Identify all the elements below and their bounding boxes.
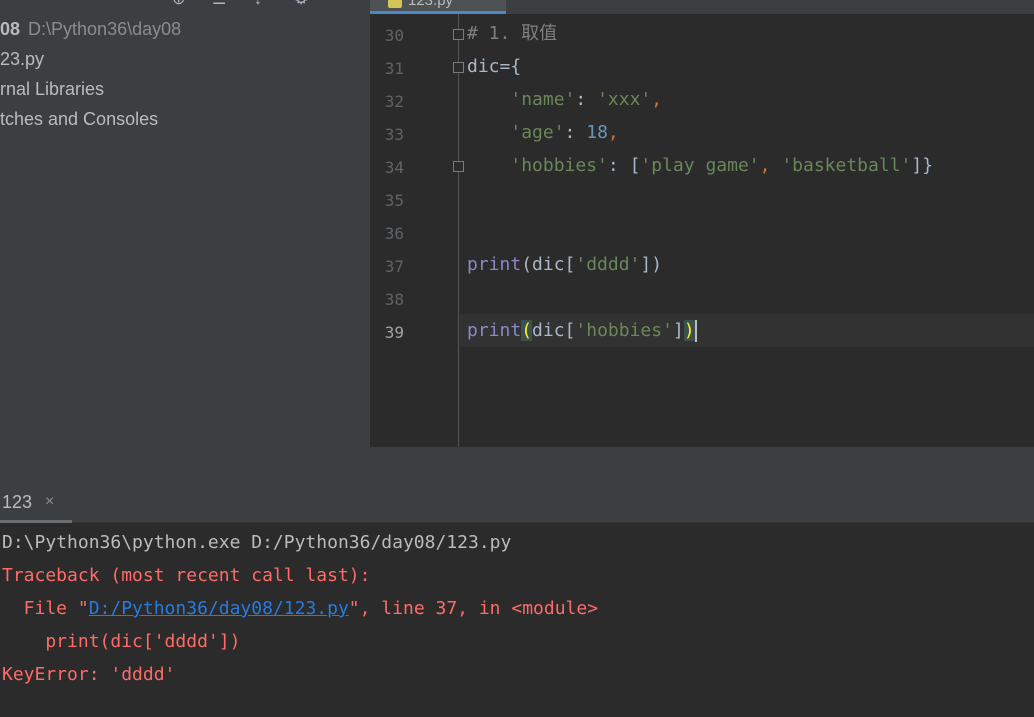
close-icon[interactable]: × — [45, 492, 54, 512]
project-root-row[interactable]: 08 D:\Python36\day08 — [0, 18, 181, 40]
line-number: 30 — [384, 26, 404, 45]
console-file-line: File "D:/Python36/day08/123.py", line 37… — [2, 598, 598, 620]
console-error: KeyError: 'dddd' — [2, 664, 176, 685]
line-number: 31 — [384, 59, 404, 78]
project-root-path: D:\Python36\day08 — [28, 19, 182, 39]
project-panel: ⊕ ☰ ↕ ⚙ 08 D:\Python36\day08 23.py rnal L… — [0, 0, 370, 483]
builtin-token: print — [467, 320, 522, 341]
run-console[interactable]: D:\Python36\python.exe D:/Python36/day08… — [0, 523, 1034, 717]
editor-tab-label: 123.py — [408, 0, 454, 9]
comma-token: , — [759, 155, 782, 176]
string-token: 'name' — [510, 89, 576, 110]
console-traceback: Traceback (most recent call last): — [2, 565, 371, 586]
code-line-33[interactable]: 'age': 18, — [467, 122, 619, 144]
collapse-all-icon[interactable]: ☰ — [212, 0, 226, 9]
run-tab-label: 123 — [2, 492, 33, 512]
tree-item-external-libraries[interactable]: rnal Libraries — [0, 78, 104, 100]
run-toolwindow-header: 123 × — [0, 483, 1034, 523]
project-root-name: 08 — [0, 19, 21, 39]
fold-icon[interactable] — [453, 161, 464, 172]
console-file-suffix: ", line 37, in <module> — [348, 598, 599, 619]
run-tab[interactable]: 123 × — [0, 483, 72, 523]
operator-token: : — [575, 89, 598, 110]
builtin-token: print — [467, 254, 522, 275]
matched-paren-close: ) — [683, 320, 695, 341]
operator-token: (dic[ — [521, 254, 576, 275]
identifier-token: dic — [467, 56, 500, 77]
operator-token: ] — [672, 320, 684, 341]
string-token: 'basketball' — [781, 155, 912, 176]
line-number: 33 — [384, 125, 404, 144]
tree-item-file[interactable]: 23.py — [0, 48, 44, 70]
string-token: 'age' — [510, 122, 565, 143]
number-token: 18 — [586, 122, 608, 143]
line-number: 34 — [384, 158, 404, 177]
gutter-divider — [458, 14, 459, 447]
operator-token: ]} — [911, 155, 934, 176]
code-line-32[interactable]: 'name': 'xxx', — [467, 89, 662, 111]
expand-icon[interactable]: ↕ — [254, 0, 262, 9]
line-number: 36 — [384, 224, 404, 243]
comma-token: , — [651, 89, 663, 110]
string-token: 'dddd' — [575, 254, 641, 275]
console-command: D:\Python36\python.exe D:/Python36/day08… — [2, 532, 512, 553]
code-line-39[interactable]: print(dic['hobbies']) — [467, 320, 697, 342]
comma-token: , — [607, 122, 619, 143]
editor-tab[interactable]: 123.py — [370, 0, 506, 14]
code-line-30[interactable]: # 1. 取值 — [467, 23, 557, 45]
string-token: 'xxx' — [597, 89, 652, 110]
operator-token: ={ — [499, 56, 522, 77]
line-number: 35 — [384, 191, 404, 210]
line-number-current: 39 — [384, 323, 404, 342]
python-file-icon — [388, 0, 402, 8]
line-number: 37 — [384, 257, 404, 276]
operator-token: : — [564, 122, 587, 143]
console-file-prefix: File " — [2, 598, 89, 619]
string-token: 'hobbies' — [575, 320, 673, 341]
line-number-gutter[interactable]: 30 31 32 33 34 35 36 37 38 39 — [370, 14, 460, 447]
tree-item-scratches[interactable]: tches and Consoles — [0, 108, 158, 130]
line-number: 38 — [384, 290, 404, 309]
console-code-line: print(dic['dddd']) — [2, 631, 241, 652]
code-line-31[interactable]: dic={ — [467, 56, 521, 78]
operator-token: ]) — [640, 254, 663, 275]
code-line-34[interactable]: 'hobbies': ['play game', 'basketball']} — [467, 155, 933, 177]
operator-token: dic[ — [532, 320, 576, 341]
locate-icon[interactable]: ⊕ — [172, 0, 185, 9]
code-line-37[interactable]: print(dic['dddd']) — [467, 254, 662, 276]
operator-token: : [ — [607, 155, 641, 176]
matched-paren-open: ( — [521, 320, 533, 341]
fold-icon[interactable] — [453, 29, 464, 40]
string-token: 'hobbies' — [510, 155, 608, 176]
line-number: 32 — [384, 92, 404, 111]
text-caret — [694, 320, 697, 342]
string-token: 'play game' — [640, 155, 760, 176]
editor-scroll-area — [370, 447, 1034, 483]
code-editor[interactable]: 123.py 30 31 32 33 34 35 36 37 38 39 # 1… — [370, 0, 1034, 447]
fold-icon[interactable] — [453, 62, 464, 73]
editor-tab-strip: 123.py — [370, 0, 1034, 14]
comment-token: # 1. 取值 — [467, 23, 558, 44]
settings-icon[interactable]: ⚙ — [294, 0, 308, 9]
console-file-link[interactable]: D:/Python36/day08/123.py — [89, 598, 349, 619]
